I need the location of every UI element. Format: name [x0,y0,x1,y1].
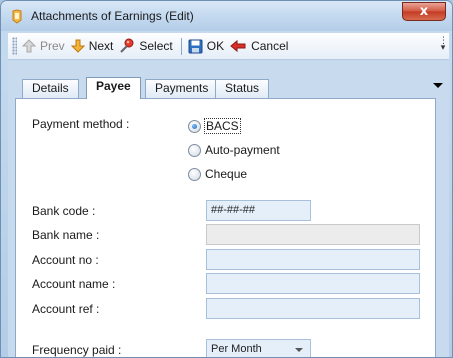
tab-strip: Details Payee Payments Status [8,61,449,99]
pushpin-icon [120,38,134,53]
bank-code-input[interactable]: ##-##-## [206,200,311,221]
cancel-label: Cancel [251,39,289,53]
select-button[interactable]: Select [119,38,173,54]
account-no-input[interactable] [206,249,420,270]
dialog-window: Attachments of Earnings (Edit) x Prev Ne… [0,0,453,358]
frequency-paid-label: Frequency paid : [32,343,122,357]
ok-label: OK [206,39,225,53]
radio-auto-payment-label: Auto-payment [205,143,280,157]
radio-bacs-label: BACS [204,118,241,134]
radio-cheque[interactable] [188,167,201,181]
tab-list-dropdown-icon[interactable] [433,83,443,88]
bank-name-field [206,224,420,245]
payment-option-bacs[interactable]: BACS [188,118,241,134]
payment-method-label: Payment method : [32,117,130,131]
dialog-content: Details Payee Payments Status Payment me… [8,61,449,357]
radio-cheque-label: Cheque [205,167,248,181]
account-name-label: Account name : [32,277,116,291]
payee-panel: Payment method : BACS Auto-payment Chequ… [15,98,436,357]
tab-payments[interactable]: Payments [145,79,219,98]
title-bar[interactable]: Attachments of Earnings (Edit) x [1,1,452,31]
toolbar-separator [180,37,182,55]
next-label: Next [88,39,114,53]
select-label: Select [139,39,173,53]
tab-status[interactable]: Status [215,79,270,98]
account-no-label: Account no : [32,253,99,267]
window-title: Attachments of Earnings (Edit) [31,9,194,23]
bank-name-label: Bank name : [32,228,100,242]
payment-option-cheque[interactable]: Cheque [188,167,247,181]
next-button[interactable]: Next [70,39,114,53]
cancel-button[interactable]: Cancel [230,39,288,53]
account-name-input[interactable] [206,273,420,294]
tab-payee[interactable]: Payee [86,77,141,99]
arrow-up-icon [22,39,36,53]
radio-bacs[interactable] [188,119,201,133]
toolbar: Prev Next Select OK Cancel ⋮ ▾ [8,32,449,60]
prev-label: Prev [40,39,65,53]
save-icon [188,39,203,53]
app-icon [12,9,22,24]
close-button[interactable]: x [402,2,446,21]
toolbar-grip[interactable] [12,37,17,55]
ok-button[interactable]: OK [188,39,224,54]
frequency-paid-value: Per Month [211,343,262,355]
bank-code-label: Bank code : [32,204,96,218]
chevron-down-icon[interactable] [295,348,303,352]
tab-details[interactable]: Details [22,79,79,98]
radio-auto-payment[interactable] [188,143,201,157]
account-ref-input[interactable] [206,298,420,319]
undo-arrow-icon [230,39,246,53]
account-ref-label: Account ref : [32,302,100,316]
payment-option-auto-payment[interactable]: Auto-payment [188,143,280,157]
frequency-paid-select[interactable]: Per Month [206,339,311,357]
arrow-down-icon [70,39,85,53]
prev-button[interactable]: Prev [22,39,65,53]
toolbar-overflow-button[interactable]: ⋮ ▾ [439,36,448,57]
